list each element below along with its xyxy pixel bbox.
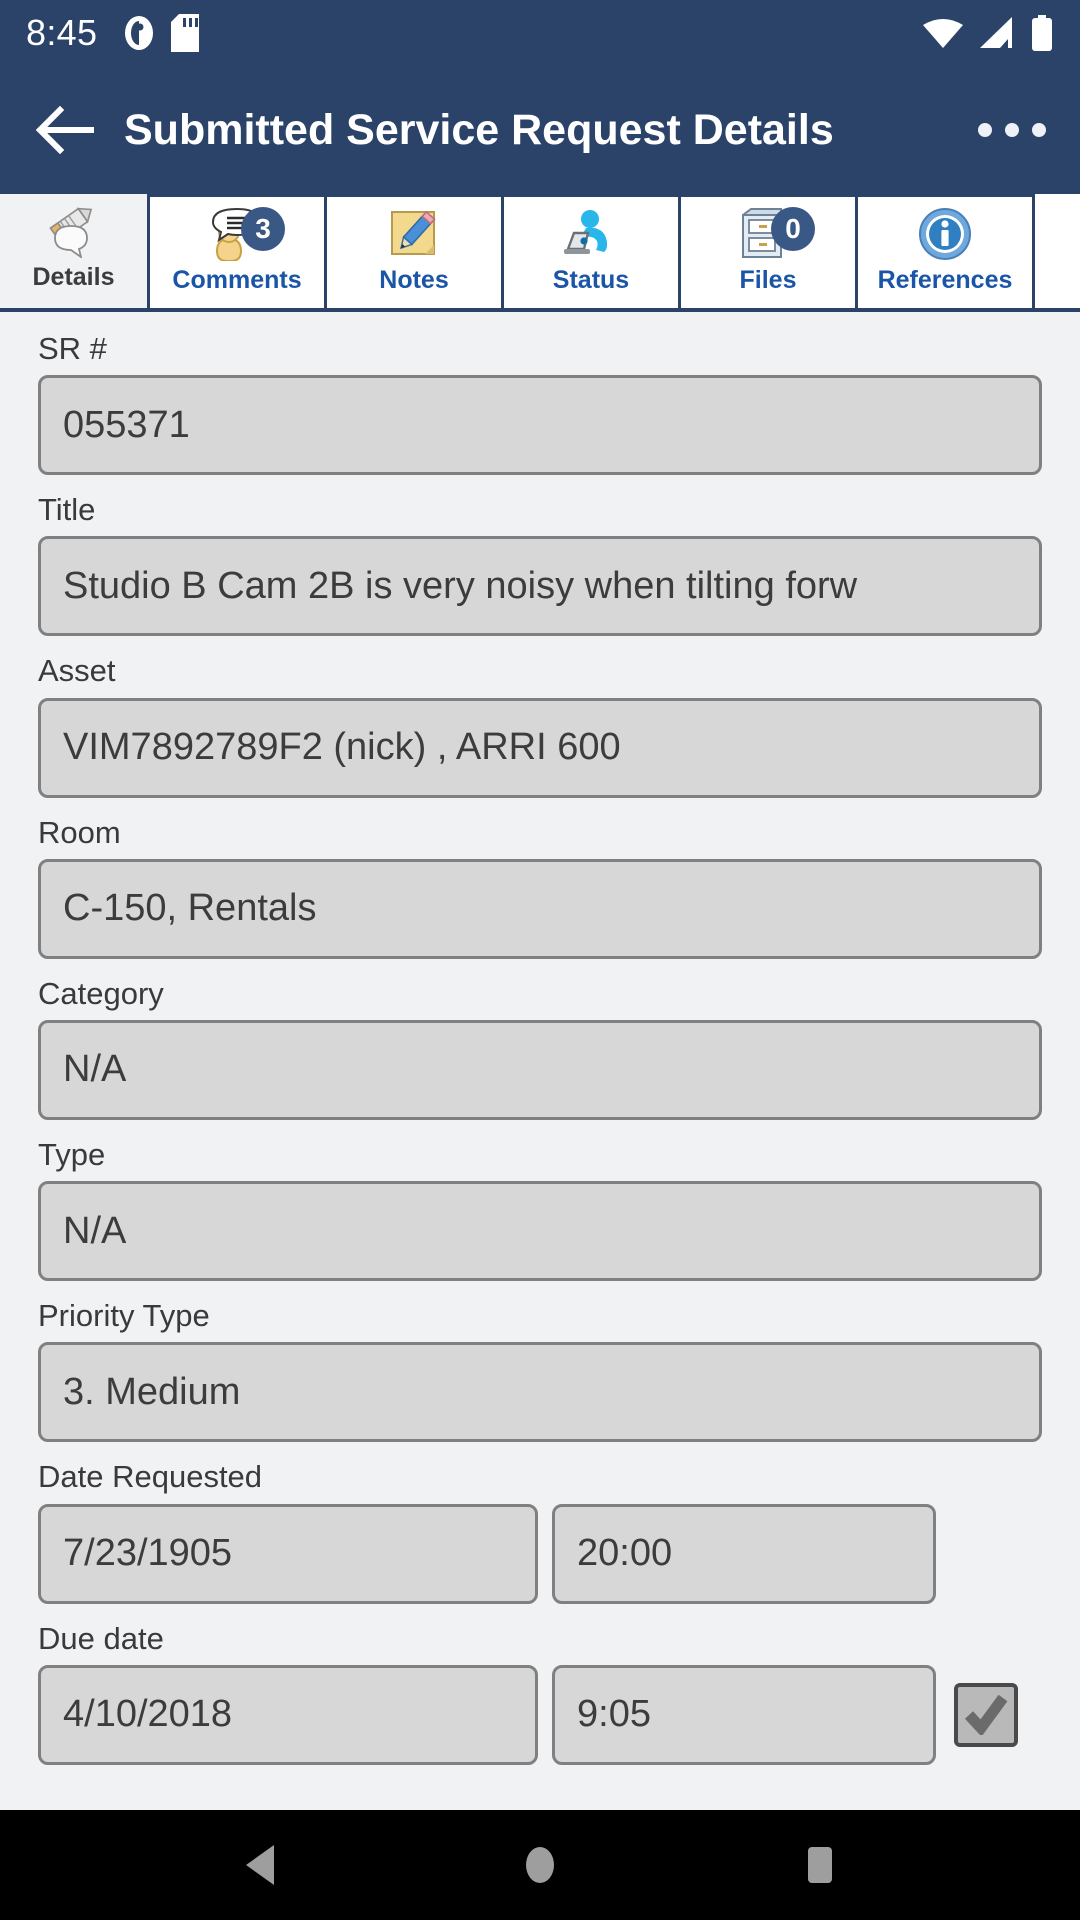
status-bar-system-icons bbox=[922, 15, 1054, 51]
priority-type-input[interactable]: 3. Medium bbox=[38, 1342, 1042, 1443]
arrow-left-icon bbox=[36, 106, 94, 154]
person-laptop-icon bbox=[564, 210, 608, 254]
due-date-date-input[interactable]: 4/10/2018 bbox=[38, 1664, 538, 1765]
date-requested-time-input[interactable]: 20:00 bbox=[552, 1503, 936, 1604]
phone-screen: 8:45 Submitted Service Request Details D… bbox=[0, 0, 1080, 1920]
app-bar: Submitted Service Request Details bbox=[0, 66, 1080, 194]
date-requested-date-input[interactable]: 7/23/1905 bbox=[38, 1503, 538, 1604]
category-value: N/A bbox=[63, 1048, 127, 1091]
asset-label: Asset bbox=[38, 653, 116, 689]
sr-number-input[interactable]: 055371 bbox=[38, 375, 1042, 476]
sr-number-label: SR # bbox=[38, 331, 107, 366]
circle-home-icon bbox=[526, 1847, 554, 1883]
tab-files[interactable]: 0 Files bbox=[678, 194, 858, 308]
category-label: Category bbox=[38, 975, 164, 1011]
tab-comments-badge: 3 bbox=[241, 207, 285, 251]
android-nav-bar bbox=[0, 1810, 1080, 1920]
tab-notes-label: Notes bbox=[379, 266, 449, 294]
battery-icon bbox=[1032, 15, 1052, 51]
priority-type-value: 3. Medium bbox=[63, 1370, 241, 1413]
pencil-comment-icon bbox=[48, 207, 92, 258]
more-horizontal-icon-dot2 bbox=[1005, 123, 1019, 137]
due-date-label: Due date bbox=[38, 1620, 164, 1656]
asset-input[interactable]: VIM7892789F2 (nick) , ARRI 600 bbox=[38, 697, 1042, 798]
tab-bar: Details 3 Comments Notes Status 0 Files … bbox=[0, 194, 1080, 312]
checkmark-icon bbox=[964, 1694, 1008, 1735]
tab-comments-label: Comments bbox=[172, 266, 302, 294]
priority-type-label: Priority Type bbox=[38, 1298, 210, 1334]
field-priority-type: Priority Type 3. Medium bbox=[38, 1297, 1042, 1443]
room-label: Room bbox=[38, 814, 121, 850]
field-category: Category N/A bbox=[38, 975, 1042, 1120]
page-title: Submitted Service Request Details bbox=[124, 105, 834, 154]
tab-details-label: Details bbox=[32, 263, 115, 291]
type-value: N/A bbox=[63, 1209, 127, 1252]
nav-recents-button[interactable] bbox=[775, 1820, 865, 1910]
back-button[interactable] bbox=[34, 98, 98, 162]
wifi-icon bbox=[923, 19, 963, 48]
nav-back-button[interactable] bbox=[215, 1820, 305, 1910]
tab-files-label: Files bbox=[739, 266, 797, 294]
title-input[interactable]: Studio B Cam 2B is very noisy when tilti… bbox=[38, 536, 1042, 637]
field-due-date: Due date 4/10/2018 9:05 bbox=[38, 1620, 1042, 1765]
date-requested-time-value: 20:00 bbox=[577, 1532, 673, 1574]
tab-details[interactable]: Details bbox=[0, 194, 150, 308]
overflow-menu-button[interactable] bbox=[972, 113, 1052, 147]
status-bar: 8:45 bbox=[0, 0, 1080, 66]
tab-notes[interactable]: Notes bbox=[324, 194, 504, 308]
cellular-signal-icon bbox=[980, 17, 1012, 48]
field-sr-number: SR # 055371 bbox=[38, 330, 1042, 476]
due-date-row: 4/10/2018 9:05 bbox=[38, 1664, 1042, 1765]
type-input[interactable]: N/A bbox=[38, 1181, 1042, 1282]
triangle-back-icon bbox=[246, 1845, 274, 1885]
due-date-checkbox[interactable] bbox=[954, 1682, 1018, 1747]
due-date-date-value: 4/10/2018 bbox=[63, 1693, 233, 1736]
due-date-time-input[interactable]: 9:05 bbox=[552, 1664, 936, 1765]
due-date-time-value: 9:05 bbox=[577, 1693, 651, 1736]
date-requested-label: Date Requested bbox=[38, 1459, 263, 1495]
tab-status-icon-wrap bbox=[562, 205, 620, 263]
tab-status-label: Status bbox=[552, 266, 630, 294]
tab-status[interactable]: Status bbox=[501, 194, 681, 308]
sr-number-value: 055371 bbox=[63, 403, 190, 446]
tab-notes-icon-wrap bbox=[387, 205, 441, 263]
tab-comments-icon-wrap: 3 bbox=[205, 205, 285, 263]
do-not-disturb-icon bbox=[125, 16, 154, 50]
date-requested-row: 7/23/1905 20:00 bbox=[38, 1503, 1042, 1604]
sd-card-icon bbox=[171, 14, 200, 52]
title-value: Studio B Cam 2B is very noisy when tilti… bbox=[63, 564, 858, 607]
field-title: Title Studio B Cam 2B is very noisy when… bbox=[38, 491, 1042, 637]
field-asset: Asset VIM7892789F2 (nick) , ARRI 600 bbox=[38, 652, 1042, 798]
status-bar-notification-icons bbox=[123, 14, 200, 52]
type-label: Type bbox=[38, 1136, 106, 1172]
room-input[interactable]: C-150, Rentals bbox=[38, 858, 1042, 959]
more-horizontal-icon-dot3 bbox=[1032, 123, 1046, 137]
info-circle-icon bbox=[919, 208, 971, 260]
tab-comments[interactable]: 3 Comments bbox=[147, 194, 327, 308]
more-horizontal-icon bbox=[978, 123, 992, 137]
category-input[interactable]: N/A bbox=[38, 1019, 1042, 1120]
room-value: C-150, Rentals bbox=[63, 887, 317, 930]
date-requested-date-value: 7/23/1905 bbox=[63, 1532, 233, 1574]
tab-references-icon-wrap bbox=[918, 205, 972, 263]
tab-references[interactable]: References bbox=[855, 194, 1035, 308]
field-date-requested: Date Requested 7/23/1905 20:00 bbox=[38, 1458, 1042, 1604]
field-type: Type N/A bbox=[38, 1136, 1042, 1282]
status-bar-clock: 8:45 bbox=[26, 12, 98, 53]
note-pencil-icon bbox=[391, 210, 436, 255]
nav-home-button[interactable] bbox=[495, 1820, 585, 1910]
service-request-form: SR # 055371 Title Studio B Cam 2B is ver… bbox=[0, 312, 1080, 1810]
asset-value: VIM7892789F2 (nick) , ARRI 600 bbox=[63, 726, 621, 769]
tab-files-icon-wrap: 0 bbox=[737, 205, 815, 263]
tab-details-icon-wrap bbox=[45, 202, 103, 260]
square-recents-icon bbox=[808, 1847, 832, 1883]
tab-references-label: References bbox=[877, 266, 1013, 294]
tab-files-badge: 0 bbox=[771, 207, 815, 251]
field-room: Room C-150, Rentals bbox=[38, 814, 1042, 959]
title-label: Title bbox=[38, 492, 96, 528]
